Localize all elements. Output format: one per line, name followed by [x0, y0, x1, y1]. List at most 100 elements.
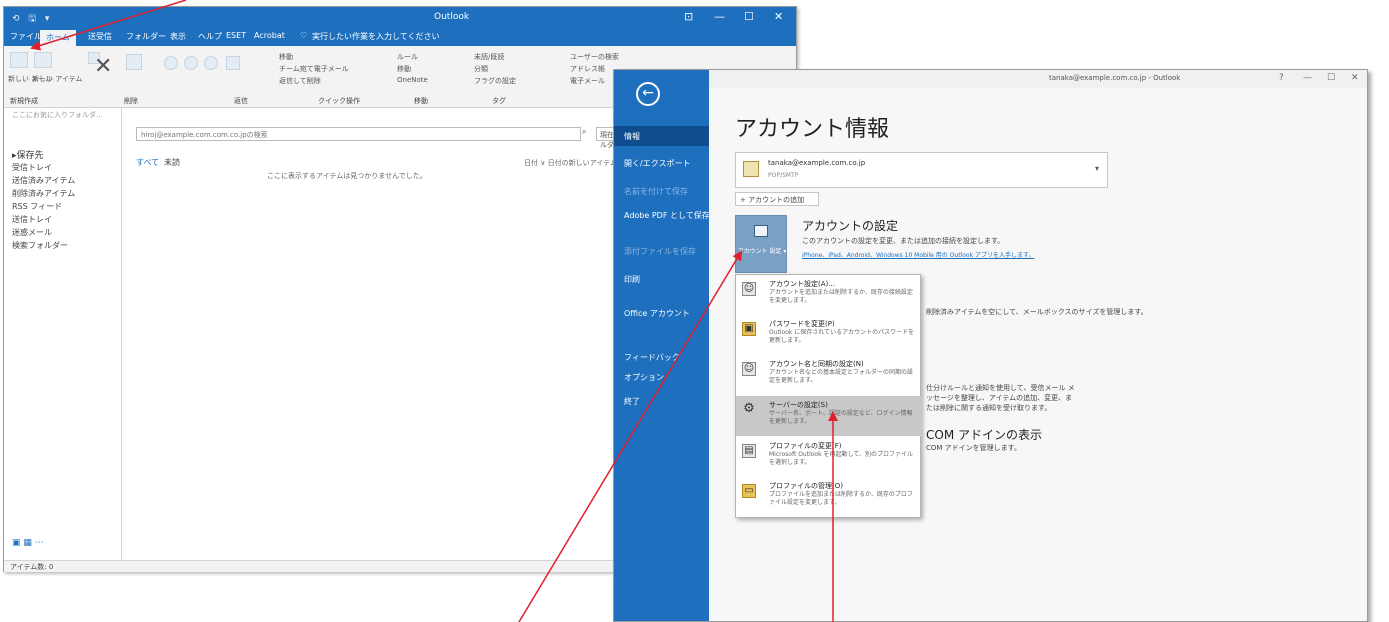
- folder-group-header[interactable]: ▸保存先: [12, 148, 44, 161]
- filter-unread[interactable]: 未読: [164, 157, 180, 168]
- account-selector[interactable]: tanaka@example.com.co.jp POP/SMTP ▾: [735, 152, 1108, 188]
- page-title: アカウント情報: [735, 117, 890, 142]
- user-search-field[interactable]: ユーザーの検索: [570, 52, 619, 62]
- group-label-new: 新規作成: [10, 97, 38, 105]
- unread-button[interactable]: 未読/既読: [474, 52, 504, 62]
- account-settings-icon: [754, 225, 768, 237]
- folder-search[interactable]: 検索フォルダー: [12, 240, 68, 251]
- tab-acrobat[interactable]: Acrobat: [254, 31, 285, 40]
- nav-office-account[interactable]: Office アカウント: [614, 308, 709, 319]
- nav-adobe-pdf[interactable]: Adobe PDF として保存: [614, 210, 710, 221]
- rules-button[interactable]: ルール: [397, 52, 418, 62]
- maximize-icon[interactable]: ☐: [744, 10, 754, 23]
- title-bar: tanaka@example.com.co.jp - Outlook ? — ☐…: [709, 70, 1367, 88]
- tab-file[interactable]: ファイル: [10, 31, 42, 42]
- tab-home[interactable]: ホーム: [40, 30, 76, 46]
- menu-item-title: サーバーの設定(S): [769, 401, 828, 409]
- delete-icon[interactable]: ✕: [94, 54, 112, 79]
- bottom-nav[interactable]: ▣ ▦ ⋯: [12, 538, 44, 548]
- folder-deleted[interactable]: 削除済みアイテム: [12, 188, 75, 199]
- lightbulb-icon: ♡: [300, 31, 308, 40]
- menu-item-desc: サーバー名、ポート、認証の設定など、ログイン情報を更新します。: [769, 410, 913, 425]
- quick-step-team[interactable]: チーム宛て電子メール: [279, 64, 349, 74]
- nav-info[interactable]: 情報: [614, 126, 709, 146]
- ribbon-display-icon[interactable]: ⊡: [684, 10, 693, 23]
- back-arrow-icon[interactable]: ←: [636, 82, 660, 106]
- close-icon[interactable]: ✕: [1351, 73, 1359, 83]
- reply-icon[interactable]: [164, 56, 178, 70]
- folder-sent[interactable]: 送信済みアイテム: [12, 175, 75, 186]
- menu-item-change-profile[interactable]: ▤ プロファイルの変更(F) Microsoft Outlook を再起動して、…: [736, 437, 922, 477]
- tab-folder[interactable]: フォルダー: [126, 31, 166, 42]
- addins-description: COM アドインを管理します。: [926, 444, 1021, 452]
- filter-mail-button[interactable]: 電子メール: [570, 76, 605, 86]
- tab-send-receive[interactable]: 送受信: [88, 31, 112, 42]
- search-icon[interactable]: ⌕: [582, 127, 586, 137]
- window-title: tanaka@example.com.co.jp - Outlook: [1049, 74, 1181, 82]
- menu-item-desc: アカウント名などの基本設定とフォルダーの同期の設定を更新します。: [769, 369, 914, 384]
- add-account-button[interactable]: + アカウントの追加: [735, 192, 819, 206]
- account-settings-label: アカウント 設定 ▾: [737, 248, 787, 255]
- folder-outbox[interactable]: 送信トレイ: [12, 214, 52, 225]
- minimize-icon[interactable]: —: [1303, 73, 1312, 83]
- window-title: Outlook: [434, 12, 470, 22]
- group-label-reply: 返信: [234, 97, 248, 105]
- folder-inbox[interactable]: 受信トレイ: [12, 162, 52, 173]
- new-items-button[interactable]: 新しい アイテム: [32, 74, 83, 84]
- chevron-down-icon: ▾: [1094, 164, 1099, 173]
- menu-item-server-settings[interactable]: ⚙ サーバーの設定(S) サーバー名、ポート、認証の設定など、ログイン情報を更新…: [736, 396, 922, 436]
- followup-button[interactable]: フラグの設定: [474, 76, 516, 86]
- maximize-icon[interactable]: ☐: [1327, 73, 1335, 83]
- account-sync-icon: ☺: [742, 362, 756, 376]
- reply-all-icon[interactable]: [184, 56, 198, 70]
- tell-me-search[interactable]: 実行したい作業を入力してください: [312, 31, 440, 42]
- new-mail-icon[interactable]: [10, 52, 28, 68]
- folder-rss[interactable]: RSS フィード: [12, 201, 62, 212]
- menu-item-account-name-sync[interactable]: ☺ アカウント名と同期の設定(N) アカウント名などの基本設定とフォルダーの同期…: [736, 355, 922, 395]
- quick-step-move[interactable]: 移動: [279, 52, 293, 62]
- title-bar: ⟲ 🖫 ▾ Outlook ⊡ — ☐ ✕: [4, 7, 796, 28]
- meeting-icon[interactable]: [226, 56, 240, 70]
- nav-save-attachments[interactable]: 添付ファイルを保存: [614, 246, 709, 257]
- ribbon-tabs: ファイル ホーム 送受信 フォルダー 表示 ヘルプ ESET Acrobat ♡…: [4, 28, 796, 46]
- address-book-button[interactable]: アドレス帳: [570, 64, 605, 74]
- tab-view[interactable]: 表示: [170, 31, 186, 42]
- quick-access-toolbar[interactable]: ⟲ 🖫 ▾: [12, 11, 52, 27]
- folder-pane: ここにお気に入りフォルダ... ▸保存先 受信トレイ 送信済みアイテム 削除済み…: [4, 108, 122, 571]
- forward-icon[interactable]: [204, 56, 218, 70]
- help-icon[interactable]: ?: [1279, 73, 1284, 83]
- backstage-sidebar: ← 情報 開く/エクスポート 名前を付けて保存 Adobe PDF として保存 …: [614, 70, 710, 621]
- minimize-icon[interactable]: —: [714, 10, 725, 23]
- new-items-icon[interactable]: [34, 52, 52, 68]
- nav-print[interactable]: 印刷: [614, 274, 709, 285]
- onenote-button[interactable]: OneNote: [397, 76, 428, 84]
- archive-icon[interactable]: [126, 54, 142, 70]
- nav-exit[interactable]: 終了: [614, 396, 709, 407]
- nav-save-as[interactable]: 名前を付けて保存: [614, 186, 709, 197]
- nav-open-export[interactable]: 開く/エクスポート: [614, 158, 709, 169]
- profile-manage-icon: ▭: [742, 484, 756, 498]
- menu-item-manage-profiles[interactable]: ▭ プロファイルの管理(O) プロファイルを追加または削除するか、既存のプロファ…: [736, 477, 922, 517]
- search-input[interactable]: hiroj@example.com.com.co.jpの検索: [136, 127, 581, 141]
- mailbox-description: 削除済みアイテムを空にして、メールボックスのサイズを管理します。: [926, 308, 1148, 316]
- account-settings-icon: ☺: [742, 282, 756, 296]
- quick-step-reply-delete[interactable]: 返信して削除: [279, 76, 321, 86]
- menu-item-title: パスワードを変更(P): [769, 320, 835, 328]
- mobile-app-link[interactable]: iPhone、iPad、Android、Windows 10 Mobile 用の…: [802, 250, 1034, 259]
- folder-junk[interactable]: 迷惑メール: [12, 227, 52, 238]
- close-icon[interactable]: ✕: [774, 10, 783, 23]
- menu-item-account-settings[interactable]: ☺ アカウント設定(A)... アカウントを追加または削除するか、既存の接続設定…: [736, 275, 922, 315]
- tab-help[interactable]: ヘルプ: [198, 31, 222, 42]
- nav-options[interactable]: オプション: [614, 372, 709, 383]
- screenshot-composite: ⟲ 🖫 ▾ Outlook ⊡ — ☐ ✕ ファイル ホーム 送受信 フォルダー…: [0, 0, 1389, 622]
- tab-eset[interactable]: ESET: [226, 31, 246, 40]
- move-button[interactable]: 移動: [397, 64, 411, 74]
- filter-all[interactable]: すべて: [136, 157, 159, 168]
- categorize-button[interactable]: 分類: [474, 64, 488, 74]
- favorites-hint: ここにお気に入りフォルダ...: [12, 111, 103, 119]
- sort-control[interactable]: 日付 ∨ 日付の新しいアイテム ↓: [524, 158, 625, 168]
- menu-item-title: プロファイルの変更(F): [769, 442, 842, 450]
- nav-feedback[interactable]: フィードバック: [614, 352, 709, 363]
- account-settings-button[interactable]: アカウント 設定 ▾: [735, 215, 787, 273]
- menu-item-change-password[interactable]: ▣ パスワードを変更(P) Outlook に保存されているアカウントのパスワー…: [736, 315, 922, 355]
